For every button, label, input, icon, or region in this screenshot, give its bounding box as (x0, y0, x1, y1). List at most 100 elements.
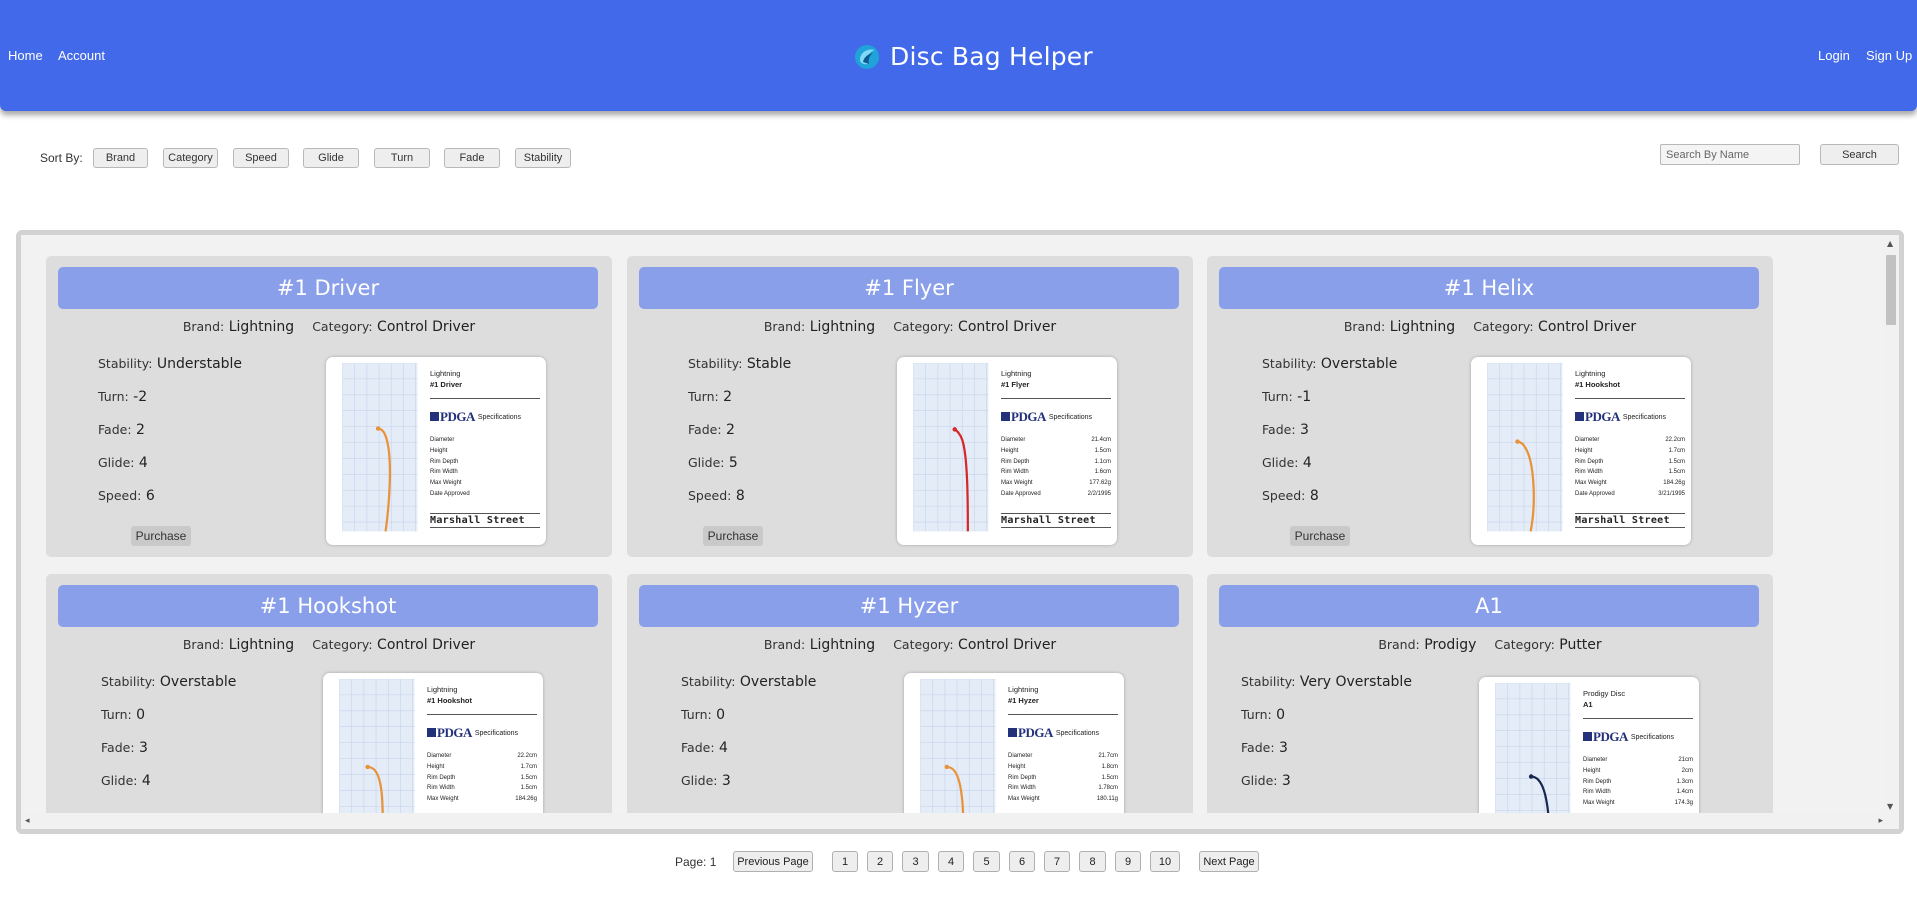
sort-stability-button[interactable]: Stability (515, 148, 571, 168)
graph-background (339, 679, 415, 829)
fade-value: 3 (1300, 422, 1309, 438)
page-7-button[interactable]: 7 (1044, 851, 1070, 872)
scroll-down-arrow-icon[interactable]: ▼ (1887, 802, 1893, 811)
sort-glide-button[interactable]: Glide (303, 148, 359, 168)
disc-name-title[interactable]: #1 Hookshot (58, 585, 598, 627)
chart-maker: Lightning (427, 685, 458, 694)
spec-value: 184.26g (1663, 480, 1685, 487)
spec-label: Rim Depth (1001, 458, 1030, 465)
marshall-street-subline (1575, 526, 1685, 528)
disc-card[interactable]: #1 Driver Brand: Lightning Category: Contr… (46, 256, 612, 557)
nav-home-link[interactable]: Home (8, 48, 43, 63)
glide-value: 4 (1302, 455, 1312, 471)
pdga-emblem-icon (1001, 412, 1010, 421)
marshall-street-text: Marshall Street (430, 515, 525, 526)
search-input[interactable] (1660, 144, 1800, 165)
disc-card[interactable]: A1 Brand: Prodigy Category: Putter Stabilit… (1207, 574, 1773, 829)
disc-card[interactable]: #1 Hookshot Brand: Lightning Category: Con… (46, 574, 612, 829)
stability-value: Understable (156, 356, 243, 372)
app-title: Disc Bag Helper (890, 42, 1093, 71)
flight-chart-card: Lightning #1 Hookshot PDGA Specifications Di… (1471, 357, 1691, 545)
scroll-up-arrow-icon[interactable]: ▲ (1887, 239, 1893, 248)
marshall-street-logo: Marshall Street (1575, 513, 1685, 528)
sort-fade-button[interactable]: Fade (444, 148, 500, 168)
disc-name-title[interactable]: #1 Driver (58, 267, 598, 309)
spec-label: Rim Width (1575, 469, 1603, 476)
spec-label: Rim Width (1001, 469, 1029, 476)
vertical-scroll-thumb[interactable] (1886, 255, 1896, 325)
disc-stat-fade: Fade: 2 (98, 422, 145, 438)
flight-chart-card: Lightning #1 Flyer PDGA Specifications Diame… (897, 357, 1117, 545)
chart-divider (1001, 398, 1111, 399)
chart-disc-name: #1 Driver (430, 380, 463, 389)
scroll-right-arrow-icon[interactable]: ▸ (1878, 816, 1883, 826)
scroll-left-arrow-icon[interactable]: ◂ (25, 816, 30, 826)
disc-meta: Brand: Lightning Category: Control Driver (627, 319, 1193, 335)
spec-row-max_weight: Max Weight 177.62g (1001, 478, 1111, 489)
page-2-button[interactable]: 2 (867, 851, 893, 872)
marshall-street-subline (430, 526, 540, 528)
disc-card[interactable]: #1 Flyer Brand: Lightning Category: Contro… (627, 256, 1193, 557)
spec-label: Height (1583, 767, 1601, 774)
next-page-button[interactable]: Next Page (1199, 851, 1259, 872)
disc-list-panel[interactable]: #1 Driver Brand: Lightning Category: Contr… (16, 230, 1904, 834)
disc-stat-turn: Turn: 0 (101, 707, 145, 723)
spec-row-rim_depth: Rim Depth 1.5cm (1575, 457, 1685, 468)
sort-speed-button[interactable]: Speed (233, 148, 289, 168)
fade-value: 2 (726, 422, 735, 438)
disc-brand: Brand: Lightning (764, 637, 875, 653)
sort-brand-button[interactable]: Brand (93, 148, 148, 168)
turn-value: 0 (136, 707, 146, 723)
nav-signup-link[interactable]: Sign Up (1866, 48, 1912, 63)
page-6-button[interactable]: 6 (1009, 851, 1035, 872)
horizontal-scrollbar[interactable]: ◂ ▸ (21, 813, 1899, 829)
page-3-button[interactable]: 3 (902, 851, 929, 872)
page-5-button[interactable]: 5 (973, 851, 1000, 872)
stability-value: Overstable (159, 674, 237, 690)
sort-category-button[interactable]: Category (163, 148, 218, 168)
page-1-button[interactable]: 1 (832, 851, 858, 872)
disc-stat-turn: Turn: -2 (98, 389, 147, 405)
category-value: Control Driver (958, 319, 1057, 335)
purchase-button[interactable]: Purchase (1290, 526, 1350, 546)
disc-card[interactable]: #1 Hyzer Brand: Lightning Category: Contro… (627, 574, 1193, 834)
disc-stat-speed: Speed: 8 (688, 488, 745, 504)
turn-value: 2 (723, 389, 733, 405)
disc-stat-glide: Glide: 3 (1241, 773, 1291, 789)
disc-name-title[interactable]: #1 Hyzer (639, 585, 1179, 627)
spec-row-rim_depth: Rim Depth 1.5cm (1008, 773, 1118, 784)
page-8-button[interactable]: 8 (1079, 851, 1106, 872)
purchase-button[interactable]: Purchase (703, 526, 763, 546)
previous-page-button[interactable]: Previous Page (733, 851, 813, 872)
spec-row-height: Height 1.5cm (1001, 446, 1111, 457)
chart-divider (1583, 718, 1693, 719)
disc-name-title[interactable]: #1 Helix (1219, 267, 1759, 309)
glide-label: Glide: (681, 773, 718, 788)
page-4-button[interactable]: 4 (938, 851, 964, 872)
glide-label: Glide: (688, 455, 725, 470)
specifications-label: Specifications (1630, 733, 1675, 741)
spec-label: Height (1575, 447, 1593, 454)
disc-card[interactable]: #1 Helix Brand: Lightning Category: Contro… (1207, 256, 1773, 557)
disc-stat-turn: Turn: 2 (688, 389, 732, 405)
marshall-street-text: Marshall Street (1008, 831, 1118, 834)
pdga-logo: PDGA Specifications (1583, 729, 1674, 745)
spec-list: Diameter 21cm Height 2cm Rim Depth 1.3cm Rim W… (1583, 755, 1693, 809)
purchase-button[interactable]: Purchase (131, 526, 191, 546)
vertical-scrollbar[interactable]: ▲ ▼ (1883, 235, 1899, 813)
app-logo[interactable]: Disc Bag Helper (854, 42, 1093, 71)
flight-path-end-dot (1515, 439, 1520, 444)
search-button[interactable]: Search (1820, 144, 1899, 165)
nav-login-link[interactable]: Login (1818, 48, 1850, 63)
sort-turn-button[interactable]: Turn (374, 148, 430, 168)
nav-account-link[interactable]: Account (58, 48, 105, 63)
disc-name-title[interactable]: A1 (1219, 585, 1759, 627)
spec-label: Rim Depth (1008, 774, 1037, 781)
disc-stat-stability: Stability: Very Overstable (1241, 674, 1412, 690)
flight-path-graph (339, 679, 415, 829)
page-9-button[interactable]: 9 (1115, 851, 1141, 872)
spec-row-rim_depth: Rim Depth 1.5cm (427, 773, 537, 784)
page-10-button[interactable]: 10 (1150, 851, 1180, 872)
disc-name-title[interactable]: #1 Flyer (639, 267, 1179, 309)
spec-list: Diameter 22.2cm Height 1.7cm Rim Depth 1.5cm R… (1575, 435, 1685, 500)
